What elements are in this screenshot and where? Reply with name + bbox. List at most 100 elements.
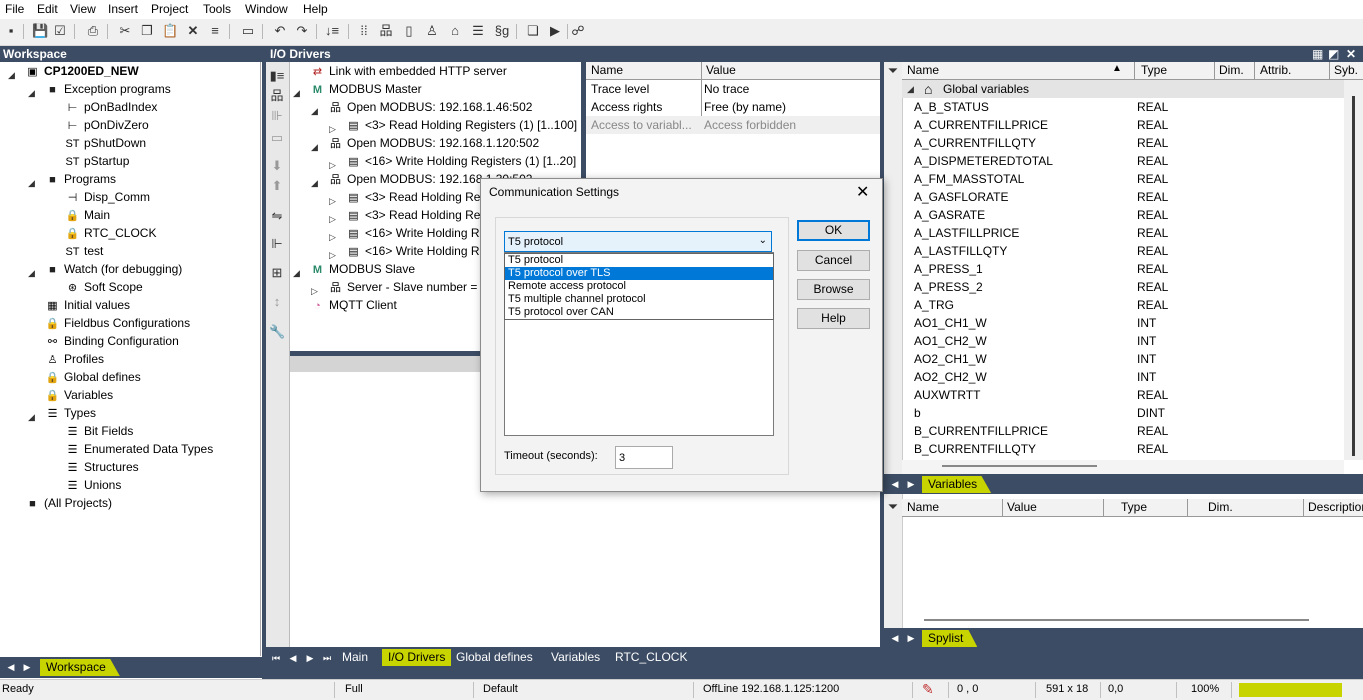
protocol-option[interactable]: T5 protocol bbox=[505, 254, 773, 267]
var-header-name[interactable]: Name bbox=[907, 63, 939, 77]
collapse-arrow-icon[interactable]: ◢ bbox=[28, 264, 35, 282]
tree-item[interactable]: ⇄ Link with embedded HTTP server bbox=[310, 62, 507, 80]
tree-item[interactable]: ST test bbox=[65, 242, 103, 260]
expand-arrow-icon[interactable]: ▷ bbox=[329, 228, 336, 246]
close-icon[interactable]: ✕ bbox=[1346, 47, 1356, 61]
variable-row[interactable]: AO1_CH1_W INT bbox=[902, 314, 1344, 332]
tree-item[interactable]: ▷ ▤ <3> Read Holding Re bbox=[329, 206, 480, 224]
tree-item[interactable]: 🔒 Main bbox=[65, 206, 110, 224]
variable-row[interactable]: B_CURRENTFILLQTY REAL bbox=[902, 440, 1344, 458]
tree-item[interactable]: ☰ Bit Fields bbox=[65, 422, 134, 440]
tree-item[interactable]: 🔒 Fieldbus Configurations bbox=[45, 314, 190, 332]
communication-icon[interactable]: ☍ bbox=[570, 23, 586, 39]
tree-item[interactable]: ⊢ pOnBadIndex bbox=[65, 98, 158, 116]
collapse-arrow-icon[interactable]: ◢ bbox=[28, 408, 35, 426]
variable-row[interactable]: A_DISPMETEREDTOTAL REAL bbox=[902, 152, 1344, 170]
variable-row[interactable]: AO2_CH1_W INT bbox=[902, 350, 1344, 368]
tree-item[interactable]: ◢ ☰ Types bbox=[28, 404, 96, 422]
fieldbus-icon[interactable]: ▯ bbox=[401, 23, 417, 39]
io-tool-up-icon[interactable]: ⬆ bbox=[269, 178, 285, 194]
tree-item[interactable]: ▷ 品 Server - Slave number = bbox=[311, 278, 477, 296]
document-tab[interactable]: Variables bbox=[551, 649, 600, 666]
save-icon[interactable]: 💾 bbox=[32, 23, 48, 39]
menu-insert[interactable]: Insert bbox=[108, 2, 138, 16]
group-row-global[interactable]: ◢ ⌂ Global variables bbox=[902, 80, 1344, 98]
tab-prev-icon[interactable]: ◀ bbox=[286, 651, 300, 665]
spy-header-value[interactable]: Value bbox=[1007, 500, 1037, 514]
user-icon[interactable]: ♙ bbox=[424, 23, 440, 39]
tree-item[interactable]: ▷ ▤ <3> Read Holding Re bbox=[329, 188, 480, 206]
property-row[interactable]: Access rights Free (by name) bbox=[586, 98, 880, 116]
restore-icon[interactable]: ▦ bbox=[1312, 47, 1323, 61]
tab-first-icon[interactable]: ⏮ bbox=[269, 651, 283, 665]
io-tool-rect-icon[interactable]: ▭ bbox=[269, 130, 285, 146]
io-tool-split-icon[interactable]: ⊪ bbox=[269, 108, 285, 124]
variable-row[interactable]: A_GASRATE REAL bbox=[902, 206, 1344, 224]
save-check-icon[interactable]: ☑ bbox=[52, 23, 68, 39]
tree-item[interactable]: ST pShutDown bbox=[65, 134, 146, 152]
tree-item[interactable]: 🔒 Variables bbox=[45, 386, 114, 404]
grid-view-icon[interactable]: ⁞⁞ bbox=[356, 23, 372, 39]
tab-next-icon[interactable]: ▶ bbox=[904, 631, 918, 645]
variable-row[interactable]: A_LASTFILLPRICE REAL bbox=[902, 224, 1344, 242]
variables-hscrollbar[interactable] bbox=[902, 460, 1344, 474]
tree-item[interactable]: ◢ ▣ CP1200ED_NEW bbox=[8, 62, 139, 80]
prop-header-value[interactable]: Value bbox=[706, 63, 736, 77]
io-tool-list-icon[interactable]: ▮≡ bbox=[269, 68, 285, 84]
print-icon[interactable]: ⎙ bbox=[85, 23, 101, 39]
var-header-dim[interactable]: Dim. bbox=[1219, 63, 1244, 77]
cancel-button[interactable]: Cancel bbox=[797, 250, 870, 271]
variables-scrollbar[interactable] bbox=[1344, 80, 1363, 460]
new-icon[interactable]: ▪ bbox=[3, 23, 19, 39]
tree-item[interactable]: ⚯ Binding Configuration bbox=[45, 332, 179, 350]
property-row[interactable]: Access to variabl... Access forbidden bbox=[586, 116, 880, 134]
document-tab[interactable]: Global defines bbox=[456, 649, 533, 666]
browse-button[interactable]: Browse bbox=[797, 279, 870, 300]
variable-row[interactable]: A_GASFLORATE REAL bbox=[902, 188, 1344, 206]
collapse-arrow-icon[interactable]: ◢ bbox=[293, 84, 300, 102]
tab-last-icon[interactable]: ⏭ bbox=[320, 651, 334, 665]
io-tool-move-icon[interactable]: ↕ bbox=[269, 294, 285, 310]
tab-next-icon[interactable]: ▶ bbox=[303, 651, 317, 665]
tab-workspace[interactable]: Workspace bbox=[40, 659, 120, 676]
tab-prev-icon[interactable]: ◀ bbox=[888, 631, 902, 645]
tree-item[interactable]: ◢ ■ Exception programs bbox=[28, 80, 171, 98]
variable-row[interactable]: A_CURRENTFILLPRICE REAL bbox=[902, 116, 1344, 134]
help-button[interactable]: Help bbox=[797, 308, 870, 329]
chevron-down-icon[interactable]: ⌄ bbox=[759, 235, 767, 246]
variable-row[interactable]: B_CURRENTFILLPRICE REAL bbox=[902, 422, 1344, 440]
protocol-option[interactable]: T5 protocol over TLS bbox=[505, 267, 773, 280]
spy-header-name[interactable]: Name bbox=[907, 500, 939, 514]
spy-header-description[interactable]: Description bbox=[1308, 500, 1363, 514]
tab-prev-icon[interactable]: ◀ bbox=[4, 660, 18, 674]
paste-icon[interactable]: 📋 bbox=[162, 23, 178, 39]
tree-item[interactable]: ⊢ pOnDivZero bbox=[65, 116, 149, 134]
protocol-option[interactable]: T5 protocol over CAN bbox=[505, 306, 773, 319]
filter-icon[interactable]: ⏷ bbox=[885, 499, 901, 515]
tree-item[interactable]: ◢ M MODBUS Slave bbox=[293, 260, 415, 278]
filter-icon[interactable]: ⏷ bbox=[885, 63, 901, 79]
collapse-arrow-icon[interactable]: ◢ bbox=[8, 66, 15, 84]
document-tab[interactable]: RTC_CLOCK bbox=[615, 649, 687, 666]
menu-file[interactable]: File bbox=[5, 2, 24, 16]
tree-item[interactable]: ◢ 品 Open MODBUS: 192.168.1.120:502 bbox=[311, 134, 539, 152]
tree-item[interactable]: ◢ ■ Programs bbox=[28, 170, 116, 188]
menu-window[interactable]: Window bbox=[245, 2, 288, 16]
tree-item[interactable]: ☰ Unions bbox=[65, 476, 122, 494]
io-tool-link-icon[interactable]: ⇋ bbox=[269, 208, 285, 224]
protocol-select[interactable]: T5 protocol ⌄ bbox=[504, 231, 772, 252]
spy-header-type[interactable]: Type bbox=[1121, 500, 1147, 514]
variable-row[interactable]: A_CURRENTFILLQTY REAL bbox=[902, 134, 1344, 152]
document-tab[interactable]: Main bbox=[342, 649, 368, 666]
tree-item[interactable]: ◔ MQTT Client bbox=[310, 296, 397, 314]
variable-row[interactable]: A_FM_MASSTOTAL REAL bbox=[902, 170, 1344, 188]
var-header-syb[interactable]: Syb. bbox=[1334, 63, 1358, 77]
copy-icon[interactable]: ❐ bbox=[139, 23, 155, 39]
expand-arrow-icon[interactable]: ▷ bbox=[329, 210, 336, 228]
undo-icon[interactable]: ↶ bbox=[272, 23, 288, 39]
dialog-close-icon[interactable]: ✕ bbox=[856, 182, 869, 202]
tree-item[interactable]: ♙ Profiles bbox=[45, 350, 104, 368]
document-tab[interactable]: I/O Drivers bbox=[382, 649, 452, 666]
menu-tools[interactable]: Tools bbox=[203, 2, 231, 16]
tree-item[interactable]: 🔒 RTC_CLOCK bbox=[65, 224, 157, 242]
